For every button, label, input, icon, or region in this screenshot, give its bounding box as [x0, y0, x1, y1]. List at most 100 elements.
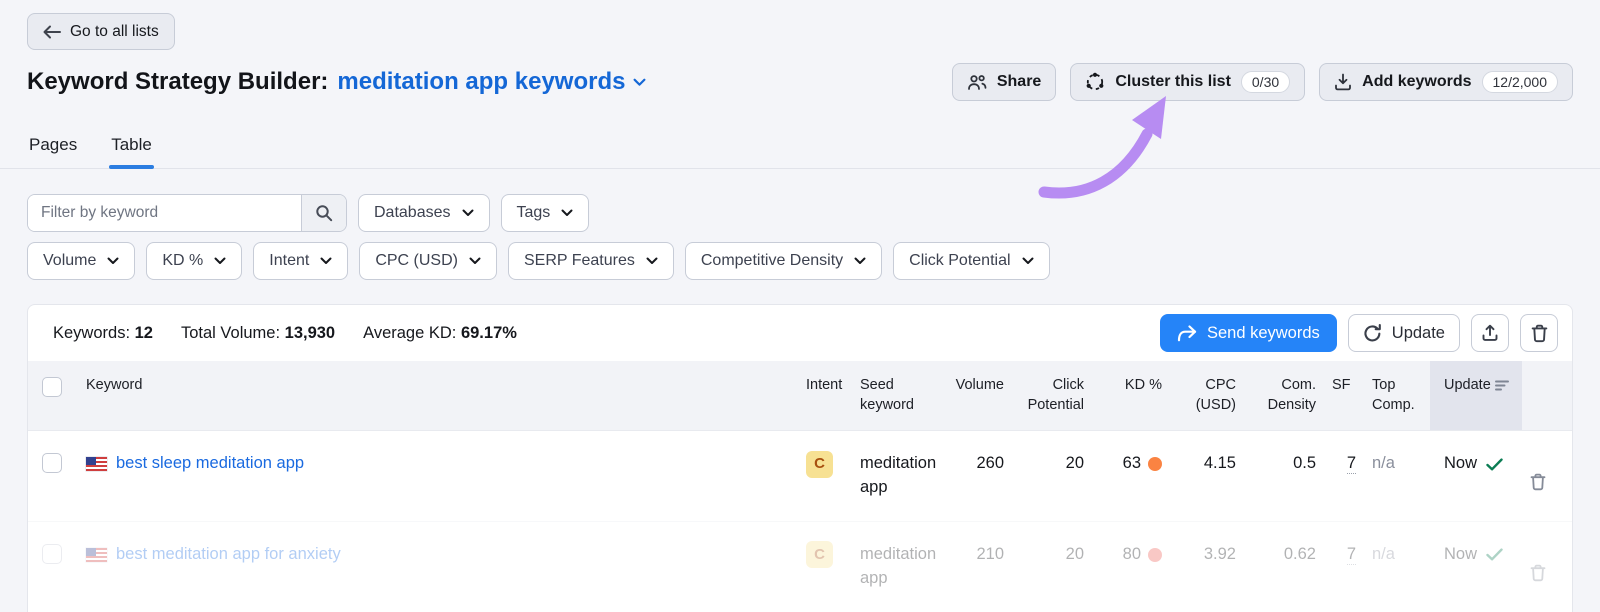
header-top-comp[interactable]: Top Comp.: [1364, 361, 1430, 430]
intent-badge[interactable]: C: [806, 541, 833, 569]
click-potential-cell: 20: [1065, 454, 1084, 473]
list-name-dropdown[interactable]: meditation app keywords: [337, 68, 646, 96]
kd-difficulty-dot: [1148, 547, 1162, 562]
header-volume[interactable]: Volume: [942, 361, 1012, 411]
tab-table[interactable]: Table: [109, 127, 154, 169]
chevron-down-icon: [469, 257, 481, 264]
add-keywords-label: Add keywords: [1362, 73, 1472, 90]
intent-badge[interactable]: C: [806, 450, 833, 478]
add-keywords-button[interactable]: Add keywords 12/2,000: [1319, 63, 1573, 101]
keywords-count-value: 12: [134, 323, 153, 342]
update-button[interactable]: Update: [1347, 314, 1460, 352]
updated-value: Now: [1444, 544, 1478, 563]
chevron-down-icon: [462, 209, 473, 216]
go-to-all-lists-button[interactable]: Go to all lists: [27, 13, 175, 50]
header-kd[interactable]: KD %: [1092, 361, 1170, 411]
list-name-label: meditation app keywords: [337, 68, 626, 95]
keyword-link[interactable]: best sleep meditation app: [116, 452, 304, 476]
import-icon: [1335, 73, 1352, 91]
header-click-potential[interactable]: Click Potential: [1012, 361, 1092, 430]
chevron-down-icon: [854, 257, 866, 264]
us-flag-icon: [86, 547, 107, 562]
delete-row-button[interactable]: [1530, 452, 1554, 494]
search-button[interactable]: [301, 195, 346, 231]
header-cpc[interactable]: CPC (USD): [1170, 361, 1244, 430]
chevron-down-icon: [107, 257, 119, 264]
header-intent[interactable]: Intent: [798, 361, 852, 411]
cpc-cell: 4.15: [1203, 454, 1236, 473]
serp-features-filter-dropdown[interactable]: SERP Features: [507, 242, 674, 280]
chevron-down-icon: [320, 257, 332, 264]
keywords-count-badge: 12/2,000: [1481, 71, 1558, 93]
cpc-filter-dropdown[interactable]: CPC (USD): [359, 242, 497, 280]
kd-filter-dropdown[interactable]: KD %: [146, 242, 243, 280]
cpc-cell: 3.92: [1203, 544, 1236, 563]
chevron-down-icon: [214, 257, 226, 264]
total-volume-value: 13,930: [284, 323, 336, 342]
kd-difficulty-dot: [1148, 457, 1162, 472]
updated-value: Now: [1444, 454, 1478, 473]
table-row: best sleep meditation app C meditation a…: [28, 430, 1572, 521]
trash-icon: [1531, 324, 1547, 342]
serp-features-count[interactable]: 7: [1346, 454, 1356, 475]
share-button[interactable]: Share: [951, 63, 1057, 101]
kd-value: 63: [1122, 454, 1141, 473]
send-keywords-label: Send keywords: [1206, 323, 1320, 342]
databases-label: Databases: [374, 204, 451, 221]
tags-dropdown[interactable]: Tags: [500, 194, 590, 232]
databases-dropdown[interactable]: Databases: [358, 194, 490, 232]
keywords-count-label: Keywords:: [53, 323, 131, 342]
row-checkbox[interactable]: [42, 543, 62, 564]
keyword-link[interactable]: best meditation app for anxiety: [116, 543, 341, 567]
competitive-density-filter-dropdown[interactable]: Competitive Density: [684, 242, 883, 280]
trash-icon: [1530, 564, 1546, 582]
export-button[interactable]: [1471, 314, 1509, 352]
header-seed-keyword[interactable]: Seed keyword: [852, 361, 942, 430]
total-volume-label: Total Volume:: [180, 323, 281, 342]
chevron-down-icon: [561, 209, 573, 216]
seed-keyword-cell: meditation app: [860, 454, 937, 497]
com-density-cell: 0.5: [1293, 454, 1316, 473]
volume-filter-label: Volume: [43, 252, 97, 269]
header-sf[interactable]: SF: [1324, 361, 1364, 411]
trash-icon: [1530, 473, 1546, 491]
search-icon: [316, 205, 333, 222]
cluster-label: Cluster this list: [1115, 73, 1231, 90]
average-kd-label: Average KD:: [363, 323, 457, 342]
serp-features-count[interactable]: 7: [1346, 544, 1356, 565]
volume-filter-dropdown[interactable]: Volume: [27, 242, 136, 280]
delete-list-button[interactable]: [1520, 314, 1558, 352]
com-density-cell: 0.62: [1283, 544, 1316, 563]
chevron-down-icon: [646, 257, 658, 264]
intent-filter-dropdown[interactable]: Intent: [253, 242, 349, 280]
click-potential-filter-label: Click Potential: [909, 252, 1011, 269]
cluster-icon: [1086, 72, 1104, 91]
cluster-this-list-button[interactable]: Cluster this list 0/30: [1070, 63, 1306, 101]
average-kd-value: 69.17%: [460, 323, 517, 342]
table-row: best meditation app for anxiety C medita…: [28, 520, 1572, 612]
list-stats: Keywords: 12 Total Volume: 13,930 Averag…: [53, 324, 517, 343]
chevron-down-icon: [634, 78, 646, 86]
update-label: Update: [1391, 323, 1445, 342]
share-label: Share: [996, 73, 1042, 90]
header-updated-label: Update: [1444, 377, 1491, 393]
refresh-icon: [1364, 323, 1381, 341]
us-flag-icon: [86, 457, 107, 472]
click-potential-filter-dropdown[interactable]: Click Potential: [893, 242, 1050, 280]
keyword-filter-input[interactable]: [28, 195, 301, 231]
select-all-checkbox[interactable]: [42, 377, 62, 397]
header-keyword[interactable]: Keyword: [78, 361, 798, 411]
click-potential-cell: 20: [1065, 544, 1084, 563]
header-updated[interactable]: Update: [1430, 361, 1522, 431]
tab-pages[interactable]: Pages: [27, 127, 79, 168]
header-com-density[interactable]: Com. Density: [1244, 361, 1324, 430]
serp-features-filter-label: SERP Features: [523, 252, 635, 269]
send-keywords-button[interactable]: Send keywords: [1159, 314, 1337, 352]
sort-descending-icon: [1494, 380, 1509, 391]
delete-row-button[interactable]: [1530, 543, 1554, 585]
keywords-table-card: Keywords: 12 Total Volume: 13,930 Averag…: [27, 304, 1573, 612]
page-title-text: Keyword Strategy Builder:: [27, 68, 329, 95]
arrow-left-icon: [43, 25, 61, 38]
volume-cell: 260: [976, 454, 1004, 473]
row-checkbox[interactable]: [42, 453, 62, 474]
